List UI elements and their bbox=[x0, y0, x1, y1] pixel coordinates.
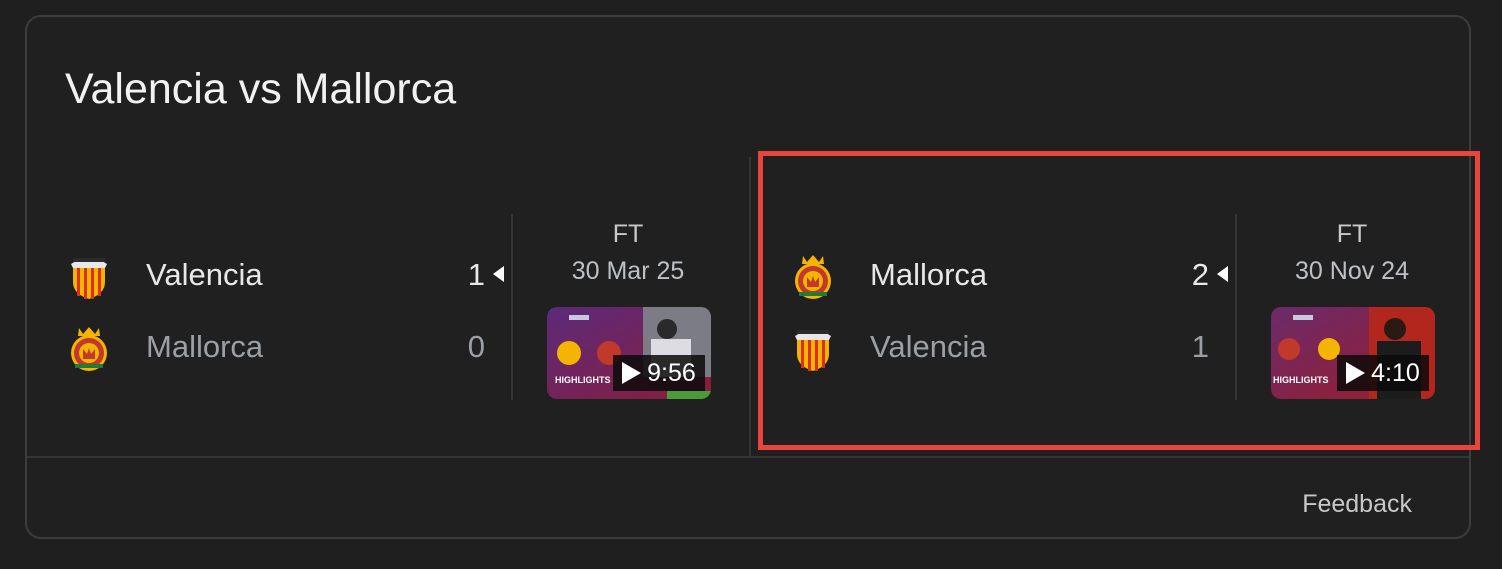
team-name: Mallorca bbox=[146, 329, 264, 364]
valencia-crest-icon bbox=[67, 252, 111, 300]
team-row-home: Valencia 1 bbox=[27, 250, 507, 300]
team-name: Mallorca bbox=[870, 257, 988, 292]
match-status: FT bbox=[1336, 220, 1368, 248]
card-title: Valencia vs Mallorca bbox=[65, 65, 457, 113]
match-status: FT bbox=[612, 220, 644, 248]
matches-container: Valencia 1 Mallorca 0 FT 30 Mar 25 HIGHL… bbox=[27, 157, 1473, 457]
team-score: 2 bbox=[1191, 257, 1209, 292]
team-row-away: Valencia 1 bbox=[751, 322, 1231, 372]
video-duration-badge: 9:56 bbox=[613, 355, 705, 391]
winner-arrow-icon bbox=[1217, 266, 1228, 282]
play-icon bbox=[1346, 362, 1366, 384]
valencia-crest-icon bbox=[791, 324, 835, 372]
highlights-video-thumbnail[interactable]: HIGHLIGHTS 4:10 bbox=[1271, 307, 1435, 399]
video-duration-badge: 4:10 bbox=[1337, 355, 1429, 391]
team-name: Valencia bbox=[146, 257, 263, 292]
match-date: 30 Nov 24 bbox=[1295, 257, 1409, 285]
video-duration: 9:56 bbox=[647, 358, 696, 387]
team-row-away: Mallorca 0 bbox=[27, 322, 507, 372]
thumbnail-text: HIGHLIGHTS bbox=[555, 375, 611, 385]
team-score: 0 bbox=[467, 329, 485, 364]
winner-arrow-icon bbox=[493, 266, 504, 282]
mallorca-crest-icon bbox=[67, 324, 111, 372]
match-date: 30 Mar 25 bbox=[571, 257, 685, 285]
team-row-home: Mallorca 2 bbox=[751, 250, 1231, 300]
feedback-link[interactable]: Feedback bbox=[1302, 490, 1412, 519]
team-score: 1 bbox=[1191, 329, 1209, 364]
mallorca-crest-icon bbox=[791, 252, 835, 300]
team-score: 1 bbox=[467, 257, 485, 292]
team-name: Valencia bbox=[870, 329, 987, 364]
video-duration: 4:10 bbox=[1371, 358, 1420, 387]
highlights-video-thumbnail[interactable]: HIGHLIGHTS 9:56 bbox=[547, 307, 711, 399]
match-panel-1[interactable]: Valencia 1 Mallorca 0 FT 30 Mar 25 HIGHL… bbox=[27, 157, 749, 455]
thumbnail-text: HIGHLIGHTS bbox=[1273, 375, 1329, 385]
match-panel-2[interactable]: Mallorca 2 Valencia 1 FT 30 Nov 24 HIGHL… bbox=[751, 157, 1473, 455]
match-history-card: Valencia vs Mallorca Valencia 1 Mallorca… bbox=[25, 15, 1471, 539]
play-icon bbox=[622, 362, 642, 384]
footer-divider bbox=[27, 456, 1469, 458]
